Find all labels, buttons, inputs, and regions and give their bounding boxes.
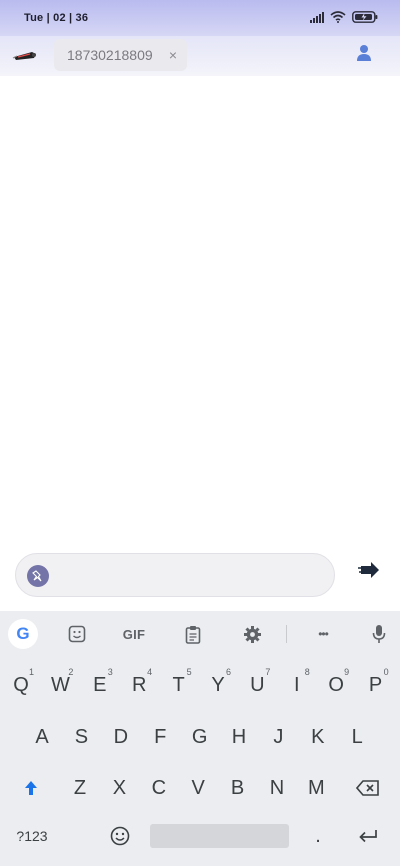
status-icons <box>310 10 378 28</box>
key-l[interactable]: L <box>339 717 375 757</box>
backspace-icon <box>356 780 379 796</box>
key-label: W <box>50 673 70 696</box>
key-h[interactable]: H <box>221 717 257 757</box>
emoji-key[interactable] <box>102 816 138 856</box>
key-row-3: ZXCVBNM <box>0 768 400 808</box>
key-hint: 4 <box>147 667 153 677</box>
send-button[interactable] <box>358 561 380 579</box>
keyboard-toolbar: G GIF ••• <box>0 611 400 657</box>
key-k[interactable]: K <box>300 717 336 757</box>
key-x[interactable]: X <box>101 768 137 808</box>
more-options-button[interactable]: ••• <box>312 623 334 645</box>
key-p[interactable]: P0 <box>358 665 394 705</box>
key-r[interactable]: R4 <box>121 665 157 705</box>
backspace-key[interactable] <box>350 768 386 808</box>
space-bar[interactable] <box>150 824 289 848</box>
contact-person-icon[interactable] <box>356 44 372 62</box>
microphone-icon[interactable] <box>370 623 388 645</box>
key-c[interactable]: C <box>141 768 177 808</box>
key-hint: 7 <box>265 667 271 677</box>
key-label: O <box>328 673 344 696</box>
key-y[interactable]: Y6 <box>200 665 236 705</box>
key-w[interactable]: W2 <box>42 665 78 705</box>
key-q[interactable]: Q1 <box>3 665 39 705</box>
key-label: Y <box>211 673 225 696</box>
key-v[interactable]: V <box>180 768 216 808</box>
message-composer <box>15 553 335 597</box>
key-n[interactable]: N <box>259 768 295 808</box>
key-t[interactable]: T5 <box>161 665 197 705</box>
key-hint: 2 <box>68 667 74 677</box>
enter-key[interactable] <box>350 816 386 856</box>
key-hint: 9 <box>344 667 350 677</box>
battery-icon <box>352 10 378 28</box>
key-label: R <box>131 673 147 696</box>
key-label: P <box>368 673 383 696</box>
remove-recipient-button[interactable]: × <box>169 47 177 63</box>
send-icon <box>358 562 379 578</box>
message-list <box>0 76 400 550</box>
key-hint: 1 <box>28 667 34 677</box>
attachment-button[interactable] <box>27 565 49 587</box>
key-z[interactable]: Z <box>62 768 98 808</box>
key-label: I <box>294 673 300 696</box>
recipient-number: 18730218809 <box>67 47 153 63</box>
keyboard: G GIF ••• Q1W2E3R4T5Y6U7I8O9P0 ASDFGHJKL… <box>0 611 400 866</box>
status-bar: Tue | 02 | 36 <box>0 0 400 36</box>
conversation-header: 18730218809 × <box>0 36 400 76</box>
shift-arrow-icon <box>25 781 37 795</box>
key-o[interactable]: O9 <box>318 665 354 705</box>
key-d[interactable]: D <box>103 717 139 757</box>
status-time: Tue | 02 | 36 <box>24 12 89 24</box>
enter-icon <box>359 830 377 843</box>
gif-button[interactable]: GIF <box>120 623 148 645</box>
clipboard-icon[interactable] <box>183 623 203 645</box>
google-search-button[interactable]: G <box>8 619 38 649</box>
key-u[interactable]: U7 <box>239 665 275 705</box>
pin-icon <box>32 570 42 582</box>
key-hint: 8 <box>304 667 310 677</box>
sticker-icon[interactable] <box>66 623 88 645</box>
key-row-4: ?123 . <box>0 816 400 856</box>
key-label: U <box>250 673 265 696</box>
recipient-chip[interactable]: 18730218809 × <box>54 39 187 71</box>
key-label: Q <box>13 673 29 696</box>
key-hint: 3 <box>107 667 113 677</box>
settings-gear-icon[interactable] <box>241 623 263 645</box>
key-row-1: Q1W2E3R4T5Y6U7I8O9P0 <box>0 665 400 705</box>
key-j[interactable]: J <box>260 717 296 757</box>
emoji-icon <box>110 826 130 846</box>
key-f[interactable]: F <box>142 717 178 757</box>
key-i[interactable]: I8 <box>279 665 315 705</box>
key-hint: 5 <box>186 667 192 677</box>
key-m[interactable]: M <box>298 768 334 808</box>
key-row-2: ASDFGHJKL <box>0 717 400 757</box>
symbols-key[interactable]: ?123 <box>12 816 52 856</box>
key-g[interactable]: G <box>182 717 218 757</box>
toolbar-divider <box>286 625 287 643</box>
key-a[interactable]: A <box>24 717 60 757</box>
key-s[interactable]: S <box>63 717 99 757</box>
signal-icon <box>310 10 324 28</box>
key-b[interactable]: B <box>220 768 256 808</box>
key-label: E <box>93 673 107 696</box>
shift-key[interactable] <box>13 768 49 808</box>
key-hint: 0 <box>383 667 389 677</box>
key-label: T <box>172 673 185 696</box>
key-hint: 6 <box>225 667 231 677</box>
key-e[interactable]: E3 <box>82 665 118 705</box>
message-input[interactable] <box>56 562 326 588</box>
wifi-icon <box>330 10 346 28</box>
app-logo-icon[interactable] <box>12 46 40 64</box>
period-key[interactable]: . <box>300 816 336 856</box>
